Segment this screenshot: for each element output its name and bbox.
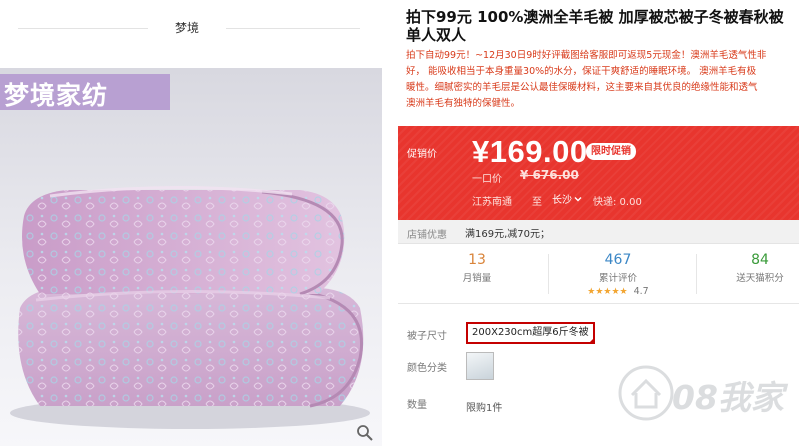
divider-line	[226, 28, 360, 29]
size-option-text: 200X230cm超厚6斤冬被	[472, 327, 589, 338]
coupon-label: 店铺优惠	[407, 230, 447, 241]
points-value: 84	[751, 252, 769, 268]
price-panel: 促销价 ¥169.00 限时促销 一口价 ¥ 676.00 江苏南通 至 长沙 …	[398, 126, 799, 220]
house-icon	[618, 365, 674, 421]
monthly-sales-label: 月销量	[462, 273, 492, 284]
selected-check-icon	[587, 337, 595, 344]
original-price: ¥ 676.00	[520, 168, 579, 182]
destination-city: 长沙	[552, 195, 572, 206]
chevron-down-icon	[574, 196, 582, 201]
brand-banner: 梦境家纺	[0, 74, 170, 110]
subtitle-line: 好， 能吸收相当于本身重量30%的水分，保证干爽舒适的睡眠环境。 澳洲羊毛有极	[406, 66, 757, 77]
divider-line	[18, 28, 148, 29]
points-stat: 84 送天猫积分	[710, 244, 799, 302]
shipping-fee: 快递: 0.00	[593, 197, 642, 208]
site-watermark: 08我家	[616, 357, 799, 431]
subtitle-line: 拍下自动99元！~12月30日9时好评截图给客服即可返现5元现金！澳洲羊毛透气性…	[406, 50, 767, 61]
stat-divider	[548, 254, 549, 294]
stat-divider	[696, 254, 697, 294]
product-stats: 13 月销量 467 累计评价 ★★★★★ 4.7 84 送天猫积分	[398, 244, 799, 304]
product-title: 拍下99元 100%澳洲全羊毛被 加厚被芯被子冬被春秋被	[406, 8, 784, 26]
monthly-sales-value: 13	[468, 252, 486, 268]
original-price-label: 一口价	[472, 174, 502, 185]
magnifier-icon[interactable]	[356, 424, 374, 442]
quilt-illustration	[10, 185, 370, 429]
quantity-label: 数量	[407, 400, 427, 411]
promo-price-label: 促销价	[407, 149, 437, 160]
product-gallery: 梦境 梦境家纺	[0, 0, 390, 446]
watermark-text: 08我家	[672, 378, 784, 417]
subtitle-line: 澳洲羊毛有独特的保健性。	[406, 98, 521, 109]
product-main-image[interactable]: 梦境家纺	[0, 68, 382, 446]
store-coupon-row: 店铺优惠 满169元,减70元；	[398, 220, 799, 244]
monthly-sales-stat: 13 月销量	[422, 244, 532, 302]
subtitle-line: 暖性。细腻密实的羊毛层是公认最佳保暖材料，这主要来自其优良的绝缘性能和透气	[406, 82, 758, 93]
ship-from-location: 江苏南通	[472, 197, 512, 208]
store-header: 梦境	[0, 0, 390, 68]
points-label: 送天猫积分	[736, 273, 784, 284]
reviews-count: 467	[604, 252, 632, 268]
size-label: 被子尺寸	[407, 331, 447, 342]
destination-city-select[interactable]: 长沙	[552, 191, 582, 206]
coupon-text[interactable]: 满169元,减70元；	[465, 225, 550, 240]
color-option-thumbnail[interactable]	[466, 352, 494, 380]
limited-time-badge: 限时促销	[586, 143, 636, 160]
rating-score: 4.7	[633, 286, 649, 297]
product-subtitle: 拍下自动99元！~12月30日9时好评截图给客服即可返现5元现金！澳洲羊毛透气性…	[406, 48, 799, 112]
brand-banner-text: 梦境家纺	[4, 81, 109, 110]
product-title-line2: 单人双人	[406, 26, 467, 44]
ship-to-label: 至	[532, 197, 542, 208]
star-rating-icon: ★★★★★	[587, 286, 628, 297]
size-option-selected[interactable]: 200X230cm超厚6斤冬被	[466, 322, 595, 344]
reviews-label: 累计评价	[598, 273, 637, 284]
rating: ★★★★★ 4.7	[558, 286, 678, 297]
store-name[interactable]: 梦境	[148, 19, 226, 36]
color-label: 颜色分类	[407, 363, 447, 374]
reviews-stat[interactable]: 467 累计评价 ★★★★★ 4.7	[558, 244, 678, 302]
promo-price: ¥169.00	[472, 134, 588, 169]
purchase-limit: 限购1件	[466, 403, 503, 414]
